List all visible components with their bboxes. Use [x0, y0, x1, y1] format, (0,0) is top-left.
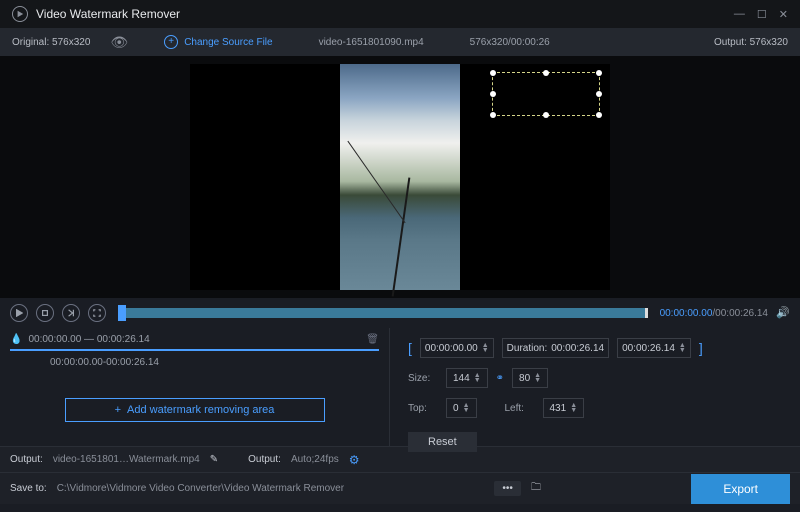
timeline-playhead[interactable]	[118, 305, 126, 321]
save-to-label: Save to:	[10, 483, 47, 494]
left-label: Left:	[505, 403, 535, 414]
size-label: Size:	[408, 373, 438, 384]
plus-icon: +	[115, 404, 121, 416]
output-format-label: Output:	[248, 454, 281, 465]
app-title: Video Watermark Remover	[36, 7, 734, 21]
save-bar: Save to: C:\Vidmore\Vidmore Video Conver…	[0, 472, 800, 504]
top-input[interactable]: 0▲▼	[446, 398, 477, 418]
resize-handle-tr[interactable]	[596, 70, 602, 76]
video-frame	[340, 64, 460, 290]
resize-handle-tm[interactable]	[543, 70, 549, 76]
fileinfo-label: 576x320/00:00:26	[470, 37, 550, 48]
resize-handle-ml[interactable]	[490, 91, 496, 97]
browse-button[interactable]: •••	[494, 481, 521, 496]
bracket-left-icon[interactable]: [	[408, 340, 412, 356]
save-path: C:\Vidmore\Vidmore Video Converter\Video…	[57, 483, 344, 494]
app-logo-icon	[12, 6, 28, 22]
top-label: Top:	[408, 403, 438, 414]
change-source-button[interactable]: + Change Source File	[164, 35, 272, 49]
original-label: Original: 576x320	[12, 37, 90, 48]
resize-handle-tl[interactable]	[490, 70, 496, 76]
stop-button[interactable]	[36, 304, 54, 322]
step-forward-button[interactable]	[62, 304, 80, 322]
add-watermark-area-button[interactable]: + Add watermark removing area	[65, 398, 325, 422]
height-input[interactable]: 80▲▼	[512, 368, 548, 388]
segment-range: 00:00:00.00 — 00:00:26.14	[28, 334, 149, 345]
output-file-value: video-1651801…Watermark.mp4	[53, 454, 200, 465]
filename-label: video-1651801090.mp4	[319, 37, 424, 48]
bracket-right-icon[interactable]: ]	[699, 340, 703, 356]
video-preview[interactable]	[190, 64, 610, 290]
resize-handle-bm[interactable]	[543, 112, 549, 118]
delete-segment-icon[interactable]: 🗑	[366, 334, 379, 345]
width-input[interactable]: 144▲▼	[446, 368, 488, 388]
edit-output-icon[interactable]: ✎	[210, 454, 218, 465]
fullscreen-button[interactable]	[88, 304, 106, 322]
maximize-button[interactable]: ☐	[757, 8, 767, 21]
volume-icon[interactable]: 🔊	[776, 306, 790, 320]
change-source-label: Change Source File	[184, 37, 272, 48]
end-time-input[interactable]: 00:00:26.14▲▼	[617, 338, 691, 358]
segment-header[interactable]: 💧 00:00:00.00 — 00:00:26.14 🗑	[10, 334, 379, 351]
segment-item[interactable]: 00:00:00.00-00:00:26.14	[10, 351, 379, 368]
output-file-label: Output:	[10, 454, 43, 465]
left-input[interactable]: 431▲▼	[543, 398, 585, 418]
export-button[interactable]: Export	[691, 474, 790, 504]
timeline-scrubber[interactable]	[118, 308, 648, 318]
reset-button[interactable]: Reset	[408, 432, 477, 452]
resize-handle-mr[interactable]	[596, 91, 602, 97]
start-time-input[interactable]: 00:00:00.00▲▼	[420, 338, 494, 358]
open-folder-icon[interactable]: 🗀	[531, 480, 541, 497]
resize-handle-br[interactable]	[596, 112, 602, 118]
playback-controls: 00:00:00.00/00:00:26.14 🔊	[0, 298, 800, 328]
preview-toggle-icon[interactable]: 👁	[110, 34, 128, 51]
duration-input[interactable]: Duration:00:00:26.14	[502, 338, 609, 358]
preview-area	[0, 56, 800, 298]
output-dim-label: Output: 576x320	[714, 37, 788, 48]
plus-circle-icon: +	[164, 35, 178, 49]
resize-handle-bl[interactable]	[490, 112, 496, 118]
play-button[interactable]	[10, 304, 28, 322]
info-bar: Original: 576x320 👁 + Change Source File…	[0, 28, 800, 56]
minimize-button[interactable]: —	[734, 8, 745, 21]
segments-panel: 💧 00:00:00.00 — 00:00:26.14 🗑 00:00:00.0…	[0, 328, 390, 446]
properties-panel: [ 00:00:00.00▲▼ Duration:00:00:26.14 00:…	[390, 328, 800, 446]
droplet-icon: 💧	[10, 334, 22, 345]
link-aspect-icon[interactable]: ⚭	[496, 373, 504, 384]
titlebar: Video Watermark Remover — ☐ ✕	[0, 0, 800, 28]
watermark-selection-box[interactable]	[492, 72, 600, 116]
settings-icon[interactable]: ⚙	[349, 453, 360, 467]
output-format-value: Auto;24fps	[291, 454, 339, 465]
close-button[interactable]: ✕	[779, 8, 788, 21]
add-area-label: Add watermark removing area	[127, 404, 274, 416]
timecode-display: 00:00:00.00/00:00:26.14	[660, 308, 768, 319]
